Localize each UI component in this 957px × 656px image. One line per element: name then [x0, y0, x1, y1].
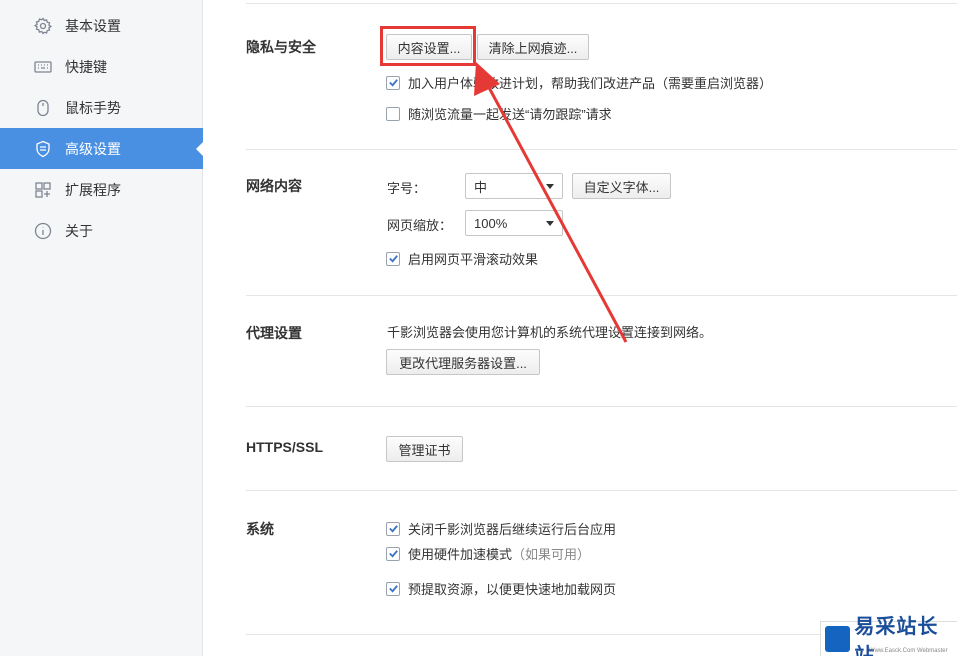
- keyboard-icon: [34, 58, 52, 76]
- checkmark-icon: [388, 525, 398, 533]
- site-logo-icon: [825, 626, 851, 652]
- sidebar-item-label: 扩展程序: [65, 181, 121, 198]
- hardware-acceleration-checkbox[interactable]: [386, 546, 400, 561]
- extensions-icon: [34, 181, 52, 199]
- sidebar-item-label: 高级设置: [65, 140, 121, 157]
- checkbox-label: 随浏览流量一起发送“请勿跟踪”请求: [408, 107, 612, 122]
- sidebar-item-label: 关于: [65, 222, 93, 239]
- divider: [246, 406, 957, 407]
- section-title-web-content: 网络内容: [246, 178, 302, 194]
- join-experience-program-checkbox[interactable]: [386, 75, 400, 90]
- custom-fonts-button[interactable]: 自定义字体...: [572, 173, 671, 199]
- zoom-label: 网页缩放：: [387, 218, 453, 233]
- page-zoom-select[interactable]: 100%: [465, 210, 563, 236]
- divider: [246, 295, 957, 296]
- checkbox-label: 关闭千影浏览器后继续运行后台应用: [408, 522, 617, 537]
- sidebar-item-advanced-settings[interactable]: 高级设置: [0, 128, 204, 169]
- smooth-scroll-option[interactable]: 启用网页平滑滚动效果: [386, 249, 538, 268]
- mouse-icon: [34, 99, 52, 117]
- checkbox-label: 预提取资源，以便更快速地加载网页: [408, 582, 617, 597]
- proxy-description: 千影浏览器会使用您计算机的系统代理设置连接到网络。: [387, 325, 713, 340]
- section-title-privacy: 隐私与安全: [246, 39, 316, 55]
- gear-icon: [34, 16, 52, 35]
- sidebar-item-label: 基本设置: [65, 17, 121, 34]
- section-title-system: 系统: [246, 521, 274, 537]
- checkmark-icon: [388, 79, 398, 87]
- background-run-option[interactable]: 关闭千影浏览器后继续运行后台应用: [386, 519, 616, 538]
- font-size-select[interactable]: 中: [465, 173, 563, 199]
- watermark-subtext: Www.Easck.Com Webmaster: [869, 648, 948, 654]
- content-settings-button[interactable]: 内容设置...: [386, 34, 472, 60]
- sidebar-item-label: 快捷键: [65, 58, 107, 75]
- prefetch-resources-checkbox[interactable]: [386, 581, 400, 596]
- checkmark-icon: [388, 550, 398, 558]
- font-size-label: 字号：: [387, 181, 427, 196]
- checkbox-label: 使用硬件加速模式: [408, 547, 513, 562]
- background-run-checkbox[interactable]: [386, 521, 400, 536]
- section-title-proxy: 代理设置: [246, 325, 302, 341]
- divider: [246, 149, 957, 150]
- do-not-track-checkbox[interactable]: [386, 106, 400, 121]
- chevron-down-icon: [546, 221, 554, 226]
- manage-certificates-button[interactable]: 管理证书: [386, 436, 463, 462]
- prefetch-resources-option[interactable]: 预提取资源，以便更快速地加载网页: [386, 579, 616, 598]
- checkmark-icon: [388, 585, 398, 593]
- hardware-acceleration-option[interactable]: 使用硬件加速模式 （如果可用）: [386, 544, 590, 563]
- sidebar-item-mouse-gestures[interactable]: 鼠标手势: [0, 87, 203, 128]
- checkmark-icon: [388, 255, 398, 263]
- checkbox-label: 加入用户体验改进计划，帮助我们改进产品（需要重启浏览器）: [408, 76, 773, 91]
- sidebar-item-extensions[interactable]: 扩展程序: [0, 169, 203, 210]
- do-not-track-option[interactable]: 随浏览流量一起发送“请勿跟踪”请求: [386, 104, 612, 123]
- page-zoom-value: 100%: [474, 215, 508, 231]
- font-size-value: 中: [474, 179, 488, 195]
- sidebar-item-basic-settings[interactable]: 基本设置: [0, 5, 203, 46]
- settings-main: 隐私与安全 内容设置... 清除上网痕迹... 加入用户体验改进计划，帮助我们改…: [203, 0, 957, 656]
- watermark-logo: 易采站长站 Www.Easck.Com Webmaster: [820, 614, 957, 656]
- section-title-https: HTTPS/SSL: [246, 439, 324, 455]
- checkbox-label: 启用网页平滑滚动效果: [408, 252, 539, 267]
- smooth-scroll-checkbox[interactable]: [386, 251, 400, 266]
- checkbox-hint: （如果可用）: [512, 547, 591, 562]
- change-proxy-settings-button[interactable]: 更改代理服务器设置...: [386, 349, 540, 375]
- settings-sidebar: 基本设置 快捷键 鼠标手势 高级设置 扩展程序 关于: [0, 0, 204, 656]
- sidebar-item-shortcuts[interactable]: 快捷键: [0, 46, 203, 87]
- chevron-down-icon: [546, 184, 554, 189]
- join-experience-program-option[interactable]: 加入用户体验改进计划，帮助我们改进产品（需要重启浏览器）: [386, 73, 772, 92]
- divider: [246, 490, 957, 491]
- sidebar-item-label: 鼠标手势: [65, 99, 121, 116]
- sidebar-item-about[interactable]: 关于: [0, 210, 203, 251]
- divider: [246, 3, 957, 4]
- clear-browsing-traces-button[interactable]: 清除上网痕迹...: [477, 34, 589, 60]
- advanced-settings-icon: [34, 140, 52, 158]
- info-icon: [34, 222, 52, 240]
